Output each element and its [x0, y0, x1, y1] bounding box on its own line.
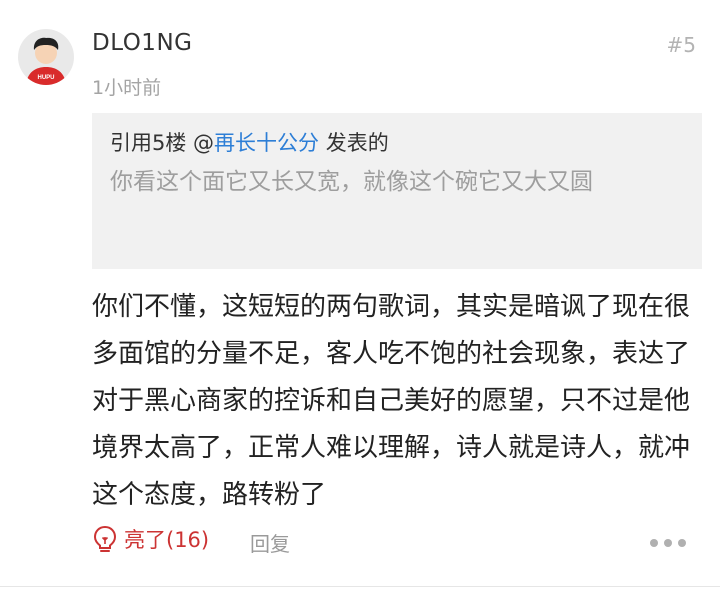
more-dot	[664, 539, 672, 547]
quoted-text: 你看这个面它又长又宽，就像这个碗它又大又圆	[110, 169, 593, 195]
username[interactable]: DLO1NG	[92, 30, 192, 56]
mention-link[interactable]: 再长十公分	[214, 131, 319, 155]
like-count-label: 亮了(16)	[124, 528, 210, 552]
lightbulb-icon	[93, 525, 117, 552]
post-time: 1小时前	[92, 77, 162, 99]
svg-text:HUPU: HUPU	[37, 75, 54, 81]
more-options-icon[interactable]	[650, 539, 686, 547]
quote-prefix: 引用5楼 @	[110, 131, 215, 155]
like-button[interactable]: 亮了(16)	[92, 524, 209, 554]
quote-block[interactable]: 引用5楼 @再长十公分 发表的 你看这个面它又长又宽，就像这个碗它又大又圆	[92, 113, 702, 269]
more-dot	[678, 539, 686, 547]
floor-number: #5	[666, 33, 696, 57]
more-dot	[650, 539, 658, 547]
quote-suffix: 发表的	[319, 131, 389, 155]
divider	[0, 586, 720, 587]
quote-header: 引用5楼 @再长十公分 发表的	[110, 126, 684, 160]
reply-button[interactable]: 回复	[250, 528, 290, 557]
post-content: 你们不懂，这短短的两句歌词，其实是暗讽了现在很多面馆的分量不足，客人吃不饱的社会…	[92, 292, 691, 510]
action-bar: 亮了(16) 回复	[92, 524, 702, 560]
avatar[interactable]: HUPU	[18, 29, 74, 85]
avatar-image: HUPU	[26, 37, 66, 85]
